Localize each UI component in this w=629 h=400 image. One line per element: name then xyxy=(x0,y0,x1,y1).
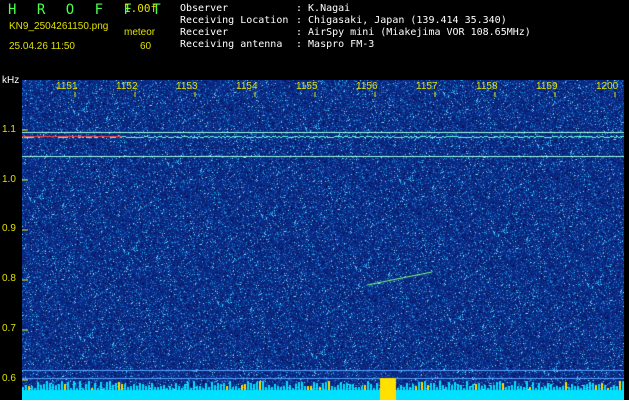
info-location-label: Receiving Location xyxy=(180,15,289,26)
y-axis-unit: kHz xyxy=(2,75,20,86)
x-tick-label: 1156 xyxy=(356,81,378,92)
y-tick-label: 0.9 xyxy=(2,223,16,234)
x-tick-label: 1151 xyxy=(56,81,78,92)
info-observer-label: Observer xyxy=(180,3,229,14)
x-tick-label: 1152 xyxy=(116,81,138,92)
info-observer-value: : K.Nagai xyxy=(296,3,351,14)
x-tick-label: 1158 xyxy=(476,81,498,92)
info-receiver-label: Receiver xyxy=(180,27,229,38)
info-antenna-value: : Maspro FM-3 xyxy=(296,39,375,50)
datetime: 25.04.26 11:50 xyxy=(9,41,75,52)
meteor-count: 60 xyxy=(140,41,152,52)
x-tick-label: 1157 xyxy=(416,81,438,92)
y-tick-label: 0.6 xyxy=(2,373,16,384)
x-tick-label: 1155 xyxy=(296,81,318,92)
y-tick-label: 0.7 xyxy=(2,323,16,334)
y-tick-label: 1.1 xyxy=(2,124,16,135)
x-tick-label: 1153 xyxy=(176,81,198,92)
info-location-value: : Chigasaki, Japan (139.414 35.340) xyxy=(296,15,507,26)
x-tick-label: 1159 xyxy=(536,81,558,92)
meteor-label: meteor xyxy=(124,27,156,38)
y-tick-label: 0.8 xyxy=(2,273,16,284)
x-tick-label: 1200 xyxy=(596,81,619,92)
info-receiver-value: : AirSpy mini (Miakejima VOR 108.65MHz) xyxy=(296,27,531,38)
header-panel: H R O F F T 1.00f KN9_2504261150.png met… xyxy=(0,0,629,78)
y-tick-label: 1.0 xyxy=(2,174,16,185)
info-antenna-label: Receiving antenna xyxy=(180,39,283,50)
app-version: 1.00f xyxy=(124,2,158,15)
spectrogram xyxy=(22,80,624,400)
file-name: KN9_2504261150.png xyxy=(9,21,109,32)
x-tick-label: 1154 xyxy=(236,81,258,92)
